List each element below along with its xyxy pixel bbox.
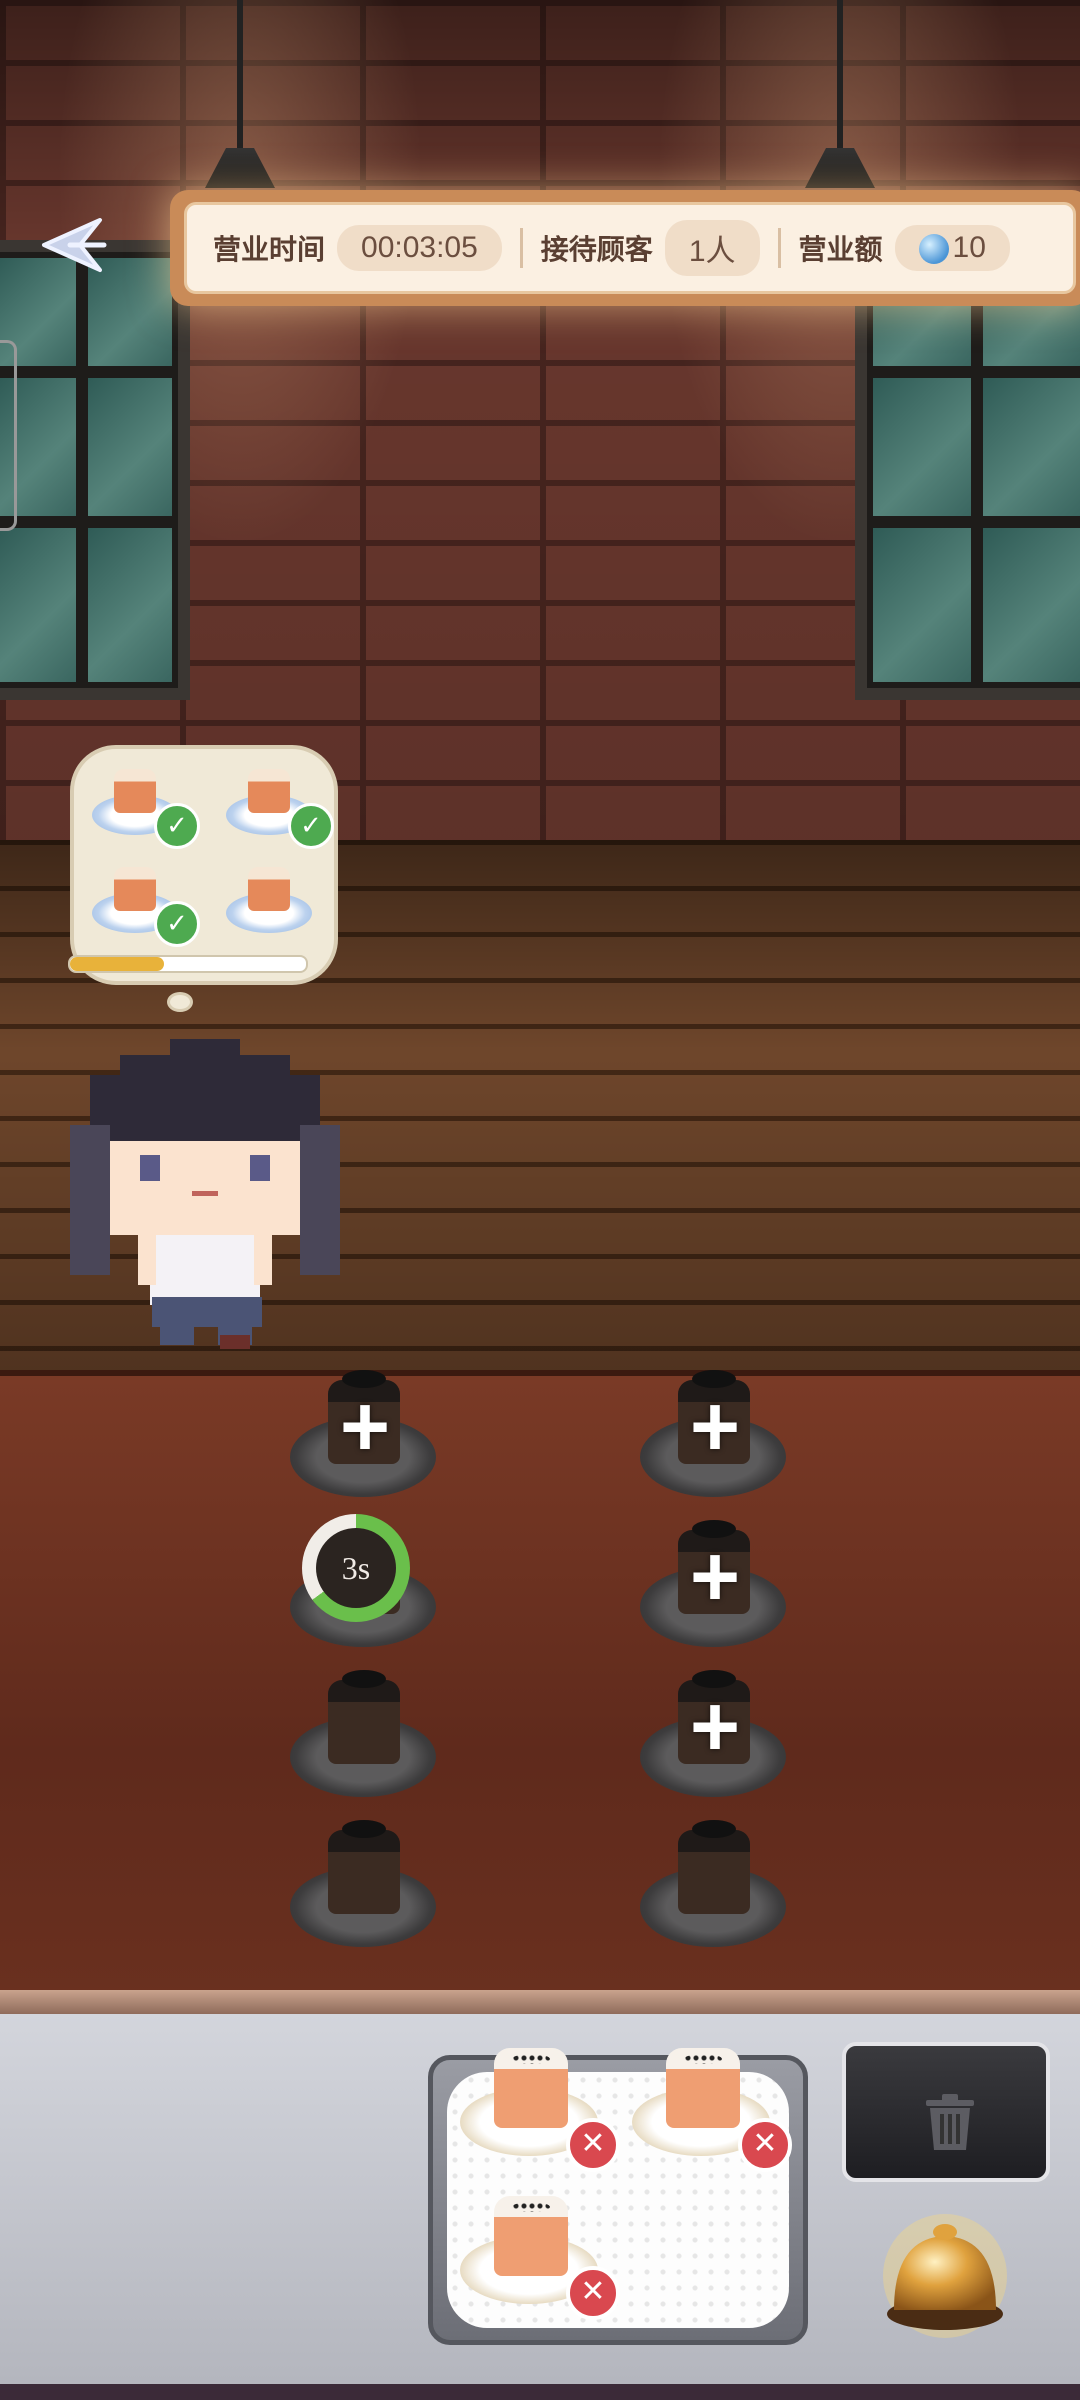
close-icon[interactable]: ✕ — [738, 2118, 792, 2172]
customer-character[interactable] — [60, 1035, 350, 1355]
order-item: ✓ — [92, 855, 200, 947]
plus-icon[interactable]: + — [680, 1384, 750, 1470]
tray-item[interactable]: ✕ — [460, 2040, 620, 2172]
cooking-timer: 3s — [302, 1514, 410, 1622]
customers-value: 1人 — [664, 220, 760, 276]
plus-icon[interactable]: + — [680, 1684, 750, 1770]
check-icon: ✓ — [154, 803, 200, 849]
counter-slot-ready[interactable] — [640, 1812, 790, 1962]
revenue-label: 营业额 — [798, 234, 883, 265]
check-icon: ✓ — [288, 803, 334, 849]
back-arrow-icon — [42, 218, 107, 272]
status-banner: 营业时间 00:03:05 接待顾客 1人 营业额 10 — [170, 190, 1080, 306]
counter-slot-add[interactable]: + — [640, 1362, 790, 1512]
plus-icon[interactable]: + — [330, 1384, 400, 1470]
revenue-value: 10 — [952, 231, 986, 264]
window-left — [0, 240, 190, 700]
patience-bar — [68, 955, 308, 973]
order-bubble: ✓ ✓ ✓ — [70, 745, 338, 985]
counter-slot-add[interactable]: + — [290, 1362, 440, 1512]
side-tab[interactable] — [0, 340, 17, 531]
cake-icon — [666, 2048, 740, 2128]
order-item: ✓ — [226, 757, 334, 849]
cake-icon — [678, 1820, 750, 1914]
order-item — [226, 855, 316, 935]
counter-slot-add[interactable]: + — [640, 1662, 790, 1812]
cake-icon — [494, 2048, 568, 2128]
cake-icon — [248, 867, 290, 911]
cake-icon — [114, 769, 156, 813]
tray-item[interactable]: ✕ — [460, 2188, 620, 2320]
counter-slot-add[interactable]: + — [640, 1512, 790, 1662]
trash-button[interactable] — [842, 2042, 1050, 2182]
cake-icon — [328, 1820, 400, 1914]
customers-label: 接待顾客 — [540, 234, 653, 265]
service-bell-icon[interactable] — [880, 2210, 1010, 2340]
counter-slot-timer[interactable]: 3s — [290, 1512, 440, 1662]
revenue-value-pill: 10 — [894, 225, 1010, 271]
close-icon[interactable]: ✕ — [566, 2118, 620, 2172]
counter-slot-ready[interactable] — [290, 1662, 440, 1812]
cake-icon — [114, 867, 156, 911]
cake-icon — [328, 1670, 400, 1764]
close-icon[interactable]: ✕ — [566, 2266, 620, 2320]
counter-top — [0, 1370, 1080, 2001]
plus-icon[interactable]: + — [680, 1534, 750, 1620]
gem-icon — [918, 234, 949, 265]
cake-icon — [248, 769, 290, 813]
check-icon: ✓ — [154, 901, 200, 947]
lamp-cord-left — [237, 0, 243, 150]
order-item: ✓ — [92, 757, 200, 849]
tray-item[interactable]: ✕ — [632, 2040, 792, 2172]
trash-icon — [926, 2094, 974, 2150]
counter-slot-ready[interactable] — [290, 1812, 440, 1962]
cake-icon — [494, 2196, 568, 2276]
business-time-value: 00:03:05 — [337, 225, 502, 271]
business-time-label: 营业时间 — [213, 234, 326, 265]
patience-bar-fill — [70, 957, 165, 971]
window-right — [855, 240, 1080, 700]
back-button[interactable] — [30, 210, 110, 280]
lamp-cord-right — [837, 0, 843, 150]
timer-text: 3s — [341, 1550, 371, 1586]
